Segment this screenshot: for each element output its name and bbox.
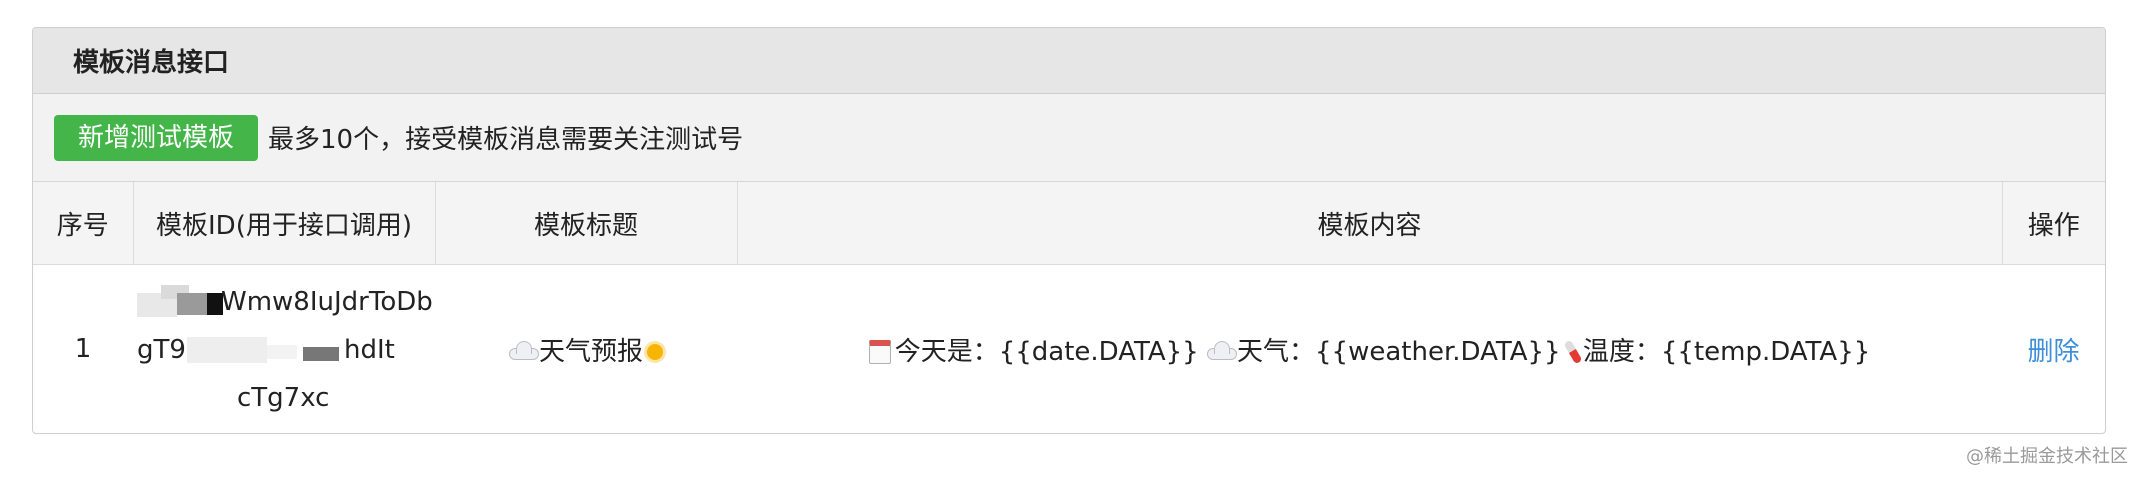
cell-title: 天气预报 [435, 265, 737, 434]
add-test-template-button[interactable]: 新增测试模板 [54, 114, 259, 161]
panel-title: 模板消息接口 [33, 28, 2105, 94]
table-header-row: 序号 模板ID(用于接口调用) 模板标题 模板内容 操作 [33, 182, 2105, 265]
template-id-line: cTg7xc [237, 383, 330, 413]
header-action: 操作 [2002, 182, 2105, 265]
template-id-text[interactable]: Wmw8IuJdrToDb gT9L hdIt cTg7xc [133, 275, 435, 423]
redaction-block [267, 345, 297, 359]
cell-template-id[interactable]: Wmw8IuJdrToDb gT9L hdIt cTg7xc [133, 265, 435, 434]
redaction-block [187, 337, 267, 363]
cell-content: 今天是：{{date.DATA}} 天气：{{weather.DATA}} 温度… [737, 265, 2002, 434]
watermark: @稀土掘金技术社区 [1966, 446, 2128, 467]
template-id-line: Wmw8IuJdrToDb [221, 287, 433, 317]
template-message-panel: 模板消息接口 新增测试模板 最多10个，接受模板消息需要关注测试号 序号 模板I… [32, 27, 2106, 434]
header-content: 模板内容 [737, 182, 2003, 265]
template-table: 序号 模板ID(用于接口调用) 模板标题 模板内容 操作 1 Wmw8IuJdr… [33, 182, 2105, 433]
template-id-line: hdIt [344, 335, 395, 365]
content-weather: 天气：{{weather.DATA}} [1237, 336, 1561, 367]
content-date: 今天是：{{date.DATA}} [894, 336, 1199, 367]
redaction-block [303, 347, 339, 361]
cloud-icon [1207, 341, 1237, 360]
template-title: 天气预报 [538, 336, 643, 367]
header-title: 模板标题 [435, 182, 738, 265]
content-temp: 温度：{{temp.DATA}} [1582, 336, 1871, 367]
calendar-icon [868, 340, 891, 364]
template-content: 今天是：{{date.DATA}} 天气：{{weather.DATA}} 温度… [868, 336, 1871, 367]
cloud-icon [508, 341, 539, 360]
delete-button[interactable]: 删除 [2027, 337, 2079, 367]
cell-seq: 1 [74, 334, 92, 364]
sun-icon [647, 344, 663, 360]
cell-action: 删除 [2002, 265, 2105, 434]
toolbar: 新增测试模板 最多10个，接受模板消息需要关注测试号 [33, 94, 2105, 182]
thermometer-icon [1563, 339, 1583, 365]
header-seq: 序号 [33, 182, 134, 265]
limit-note: 最多10个，接受模板消息需要关注测试号 [268, 125, 744, 155]
table-row: 1 Wmw8IuJdrToDb gT9L hdIt cTg7xc 天气预报 今天… [33, 265, 2105, 434]
redaction-block [177, 293, 207, 315]
header-template-id: 模板ID(用于接口调用) [133, 182, 436, 265]
